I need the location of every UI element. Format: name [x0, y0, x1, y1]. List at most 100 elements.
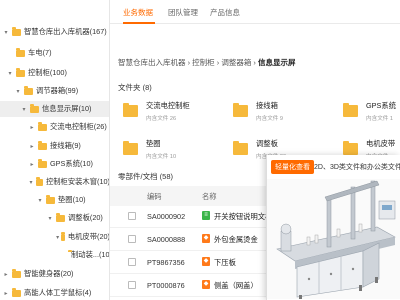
- part-icon: ◆: [202, 280, 210, 289]
- part-code: PT9867356: [147, 258, 185, 267]
- column-header-code[interactable]: 编码: [147, 192, 162, 202]
- part-icon: ◆: [202, 234, 210, 243]
- folder-name: 电机皮带: [366, 138, 396, 148]
- chevron-right-icon[interactable]: ▸: [2, 271, 10, 278]
- folder-icon: [343, 141, 358, 155]
- folder-name: 垫圈: [146, 138, 161, 148]
- part-name: 侧盖（网盖）: [214, 281, 258, 290]
- folder-count: 内含文件 9: [256, 115, 284, 122]
- chevron-down-icon[interactable]: ▾: [14, 88, 22, 95]
- folder-tree: ▾ 智慧仓库出入库机器(167) 车电(7) ▾ 控制柜(100) ▾ 调节器箱…: [0, 0, 110, 300]
- tree-node-label: 智慧仓库出入库机器(167): [24, 27, 107, 36]
- tree-node-label: 控制柜(100): [28, 68, 67, 77]
- preview-popup: 轻量化查看 2D、3D类文件和办公类文件的在线预览: [266, 155, 400, 300]
- tree-node-smart-warehouse[interactable]: ▾ 智慧仓库出入库机器(167): [2, 24, 109, 40]
- folder-icon: [38, 121, 47, 131]
- folder-icon: [233, 103, 248, 117]
- chevron-right-icon[interactable]: ▸: [28, 143, 36, 150]
- tree-node-label: 车电(7): [28, 48, 52, 57]
- chevron-right-icon[interactable]: ▸: [28, 124, 36, 131]
- chevron-down-icon[interactable]: ▾: [2, 29, 10, 36]
- tree-node-control-cabinet[interactable]: ▾ 控制柜(100): [6, 65, 109, 81]
- row-checkbox[interactable]: [128, 212, 136, 220]
- folder-card[interactable]: 接线箱 内含文件 9: [233, 97, 333, 125]
- folder-card[interactable]: GPS系统 内含文件 1: [343, 97, 400, 125]
- tree-node-ergonomic-mouse[interactable]: ▸ 高能人体工学鼠标(4): [2, 285, 109, 300]
- folder-icon: [233, 141, 248, 155]
- part-icon: ◆: [202, 257, 210, 266]
- tree-node-gps-system[interactable]: ▸ GPS系统(10): [28, 156, 109, 172]
- tree-node-label: 制动装...(10): [71, 250, 110, 259]
- tree-node-brake[interactable]: 制动装...(10): [66, 247, 110, 263]
- tree-node-washer[interactable]: ▾ 垫圈(10): [36, 192, 109, 208]
- folder-count: 内含文件 1: [366, 115, 394, 122]
- folders-section-title: 文件夹 (8): [118, 83, 152, 92]
- folder-card[interactable]: 交流电控制柜 内含文件 26: [123, 97, 223, 125]
- tree-node-label: 电机皮带(20): [67, 232, 110, 241]
- folder-icon: [46, 194, 55, 204]
- chevron-right-icon[interactable]: ▸: [2, 290, 10, 297]
- tab-bar: 业务数据 团队管理 产品信息: [110, 0, 400, 24]
- tree-node-label: 垫圈(10): [58, 195, 86, 204]
- chevron-down-icon[interactable]: ▾: [56, 234, 59, 241]
- folder-icon: [12, 26, 21, 36]
- folder-icon: [30, 103, 39, 113]
- doc-icon: ≡: [202, 211, 210, 220]
- chevron-down-icon[interactable]: ▾: [6, 70, 14, 77]
- folder-icon: [16, 47, 25, 57]
- part-name: 下压板: [214, 258, 236, 267]
- tree-node-label: 调整板(20): [68, 213, 103, 222]
- folder-name: GPS系统: [366, 100, 397, 110]
- tree-node-junction-box[interactable]: ▸ 接线箱(9): [28, 138, 109, 154]
- tree-node-ac-cabinet[interactable]: ▸ 交流电控制柜(26): [28, 119, 109, 135]
- tree-node-info-display[interactable]: ▾ 信息显示屏(10): [0, 101, 109, 117]
- folder-icon: [36, 176, 43, 186]
- tree-node-label: GPS系统(10): [50, 159, 93, 168]
- folder-icon: [123, 141, 138, 155]
- row-checkbox[interactable]: [128, 235, 136, 243]
- tree-node-cabinet-mount[interactable]: ▾ 控制柜安装木窗(10): [28, 174, 109, 190]
- folder-count: 内含文件 10: [146, 153, 177, 160]
- tree-node-label: 信息显示屏(10): [42, 104, 92, 113]
- folder-count: 内含文件 26: [146, 115, 177, 122]
- part-name: 外包金属烫金: [214, 235, 258, 244]
- chevron-right-icon[interactable]: ▸: [28, 161, 36, 168]
- tree-node-label: 接线箱(9): [50, 141, 81, 150]
- tree-node-car-electric[interactable]: 车电(7): [6, 45, 109, 61]
- tree-node-label: 高能人体工学鼠标(4): [24, 288, 92, 297]
- folder-icon: [343, 103, 358, 117]
- row-checkbox[interactable]: [128, 258, 136, 266]
- tree-node-fitness[interactable]: ▸ 智能健身器(20): [2, 266, 109, 282]
- folder-name: 接线箱: [256, 100, 278, 110]
- tree-node-regulator-box[interactable]: ▾ 调节器箱(99): [14, 83, 109, 99]
- chevron-down-icon[interactable]: ▾: [36, 197, 44, 204]
- folder-icon: [12, 268, 21, 278]
- folder-icon: [56, 212, 65, 222]
- folder-icon: [38, 158, 47, 168]
- parts-section-title: 零部件/文档 (58): [118, 172, 174, 181]
- folder-icon: [12, 287, 21, 297]
- part-code: SA0000902: [147, 212, 186, 221]
- tab-product-info[interactable]: 产品信息: [210, 7, 240, 18]
- folder-icon: [38, 140, 47, 150]
- folder-icon: [24, 85, 33, 95]
- part-code: PT0000876: [147, 281, 185, 290]
- row-checkbox[interactable]: [128, 281, 136, 289]
- tree-node-motor-belt[interactable]: ▾ 电机皮带(20): [56, 229, 110, 245]
- folder-icon: [61, 231, 65, 241]
- tree-node-label: 调节器箱(99): [36, 86, 79, 95]
- tab-business-data[interactable]: 业务数据: [123, 7, 153, 18]
- chevron-down-icon[interactable]: ▾: [28, 179, 34, 186]
- folder-card[interactable]: 垫圈 内含文件 10: [123, 135, 223, 163]
- part-name: 开关按钮说明文档: [214, 212, 273, 221]
- chevron-down-icon[interactable]: ▾: [20, 106, 28, 113]
- breadcrumb-path[interactable]: 智慧仓库出入库机器 › 控制柜 › 调整器箱 ›: [118, 58, 256, 67]
- tree-node-label: 智能健身器(20): [24, 269, 74, 278]
- breadcrumb: 智慧仓库出入库机器 › 控制柜 › 调整器箱 › 信息显示屏: [118, 57, 296, 68]
- tree-node-adjust-plate[interactable]: ▾ 调整板(20): [46, 210, 109, 226]
- column-header-name[interactable]: 名称: [202, 192, 217, 202]
- chevron-down-icon[interactable]: ▾: [46, 215, 54, 222]
- tab-team-management[interactable]: 团队管理: [168, 7, 198, 18]
- active-tab-indicator: [123, 22, 155, 24]
- folder-icon: [16, 67, 25, 77]
